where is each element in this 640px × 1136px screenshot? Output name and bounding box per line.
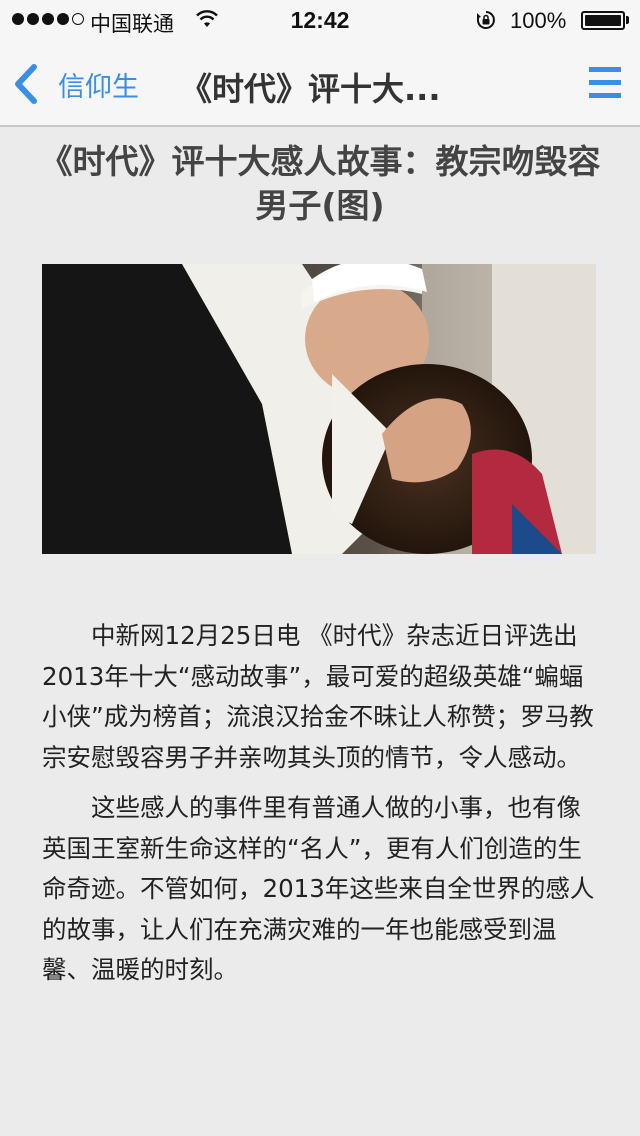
navigation-bar: 信仰生 《时代》评十大... [0, 40, 640, 127]
article-photo [42, 264, 596, 554]
article-paragraph: 这些感人的事件里有普通人做的小事，也有像英国王室新生命这样的“名人”，更有人们创… [42, 793, 595, 984]
status-bar: 中国联通 12:42 100% [0, 0, 640, 40]
orientation-lock-icon [476, 11, 495, 29]
article-title: 《时代》评十大感人故事：教宗吻毁容男子(图) [39, 142, 601, 225]
battery-tip [626, 16, 629, 24]
chevron-left-icon [15, 64, 37, 104]
back-button[interactable]: 信仰生 [10, 60, 139, 108]
article-paragraph: 中新网12月25日电 《时代》杂志近日评选出2013年十大“感动故事”，最可爱的… [42, 621, 594, 772]
hamburger-menu-icon[interactable] [589, 67, 621, 99]
nav-title: 《时代》评十大... [180, 70, 441, 108]
battery-percent: 100% [510, 8, 567, 33]
battery-icon [581, 11, 625, 30]
back-button-label: 信仰生 [58, 71, 139, 103]
article-body: 中新网12月25日电 《时代》杂志近日评选出2013年十大“感动故事”，最可爱的… [42, 616, 604, 1001]
